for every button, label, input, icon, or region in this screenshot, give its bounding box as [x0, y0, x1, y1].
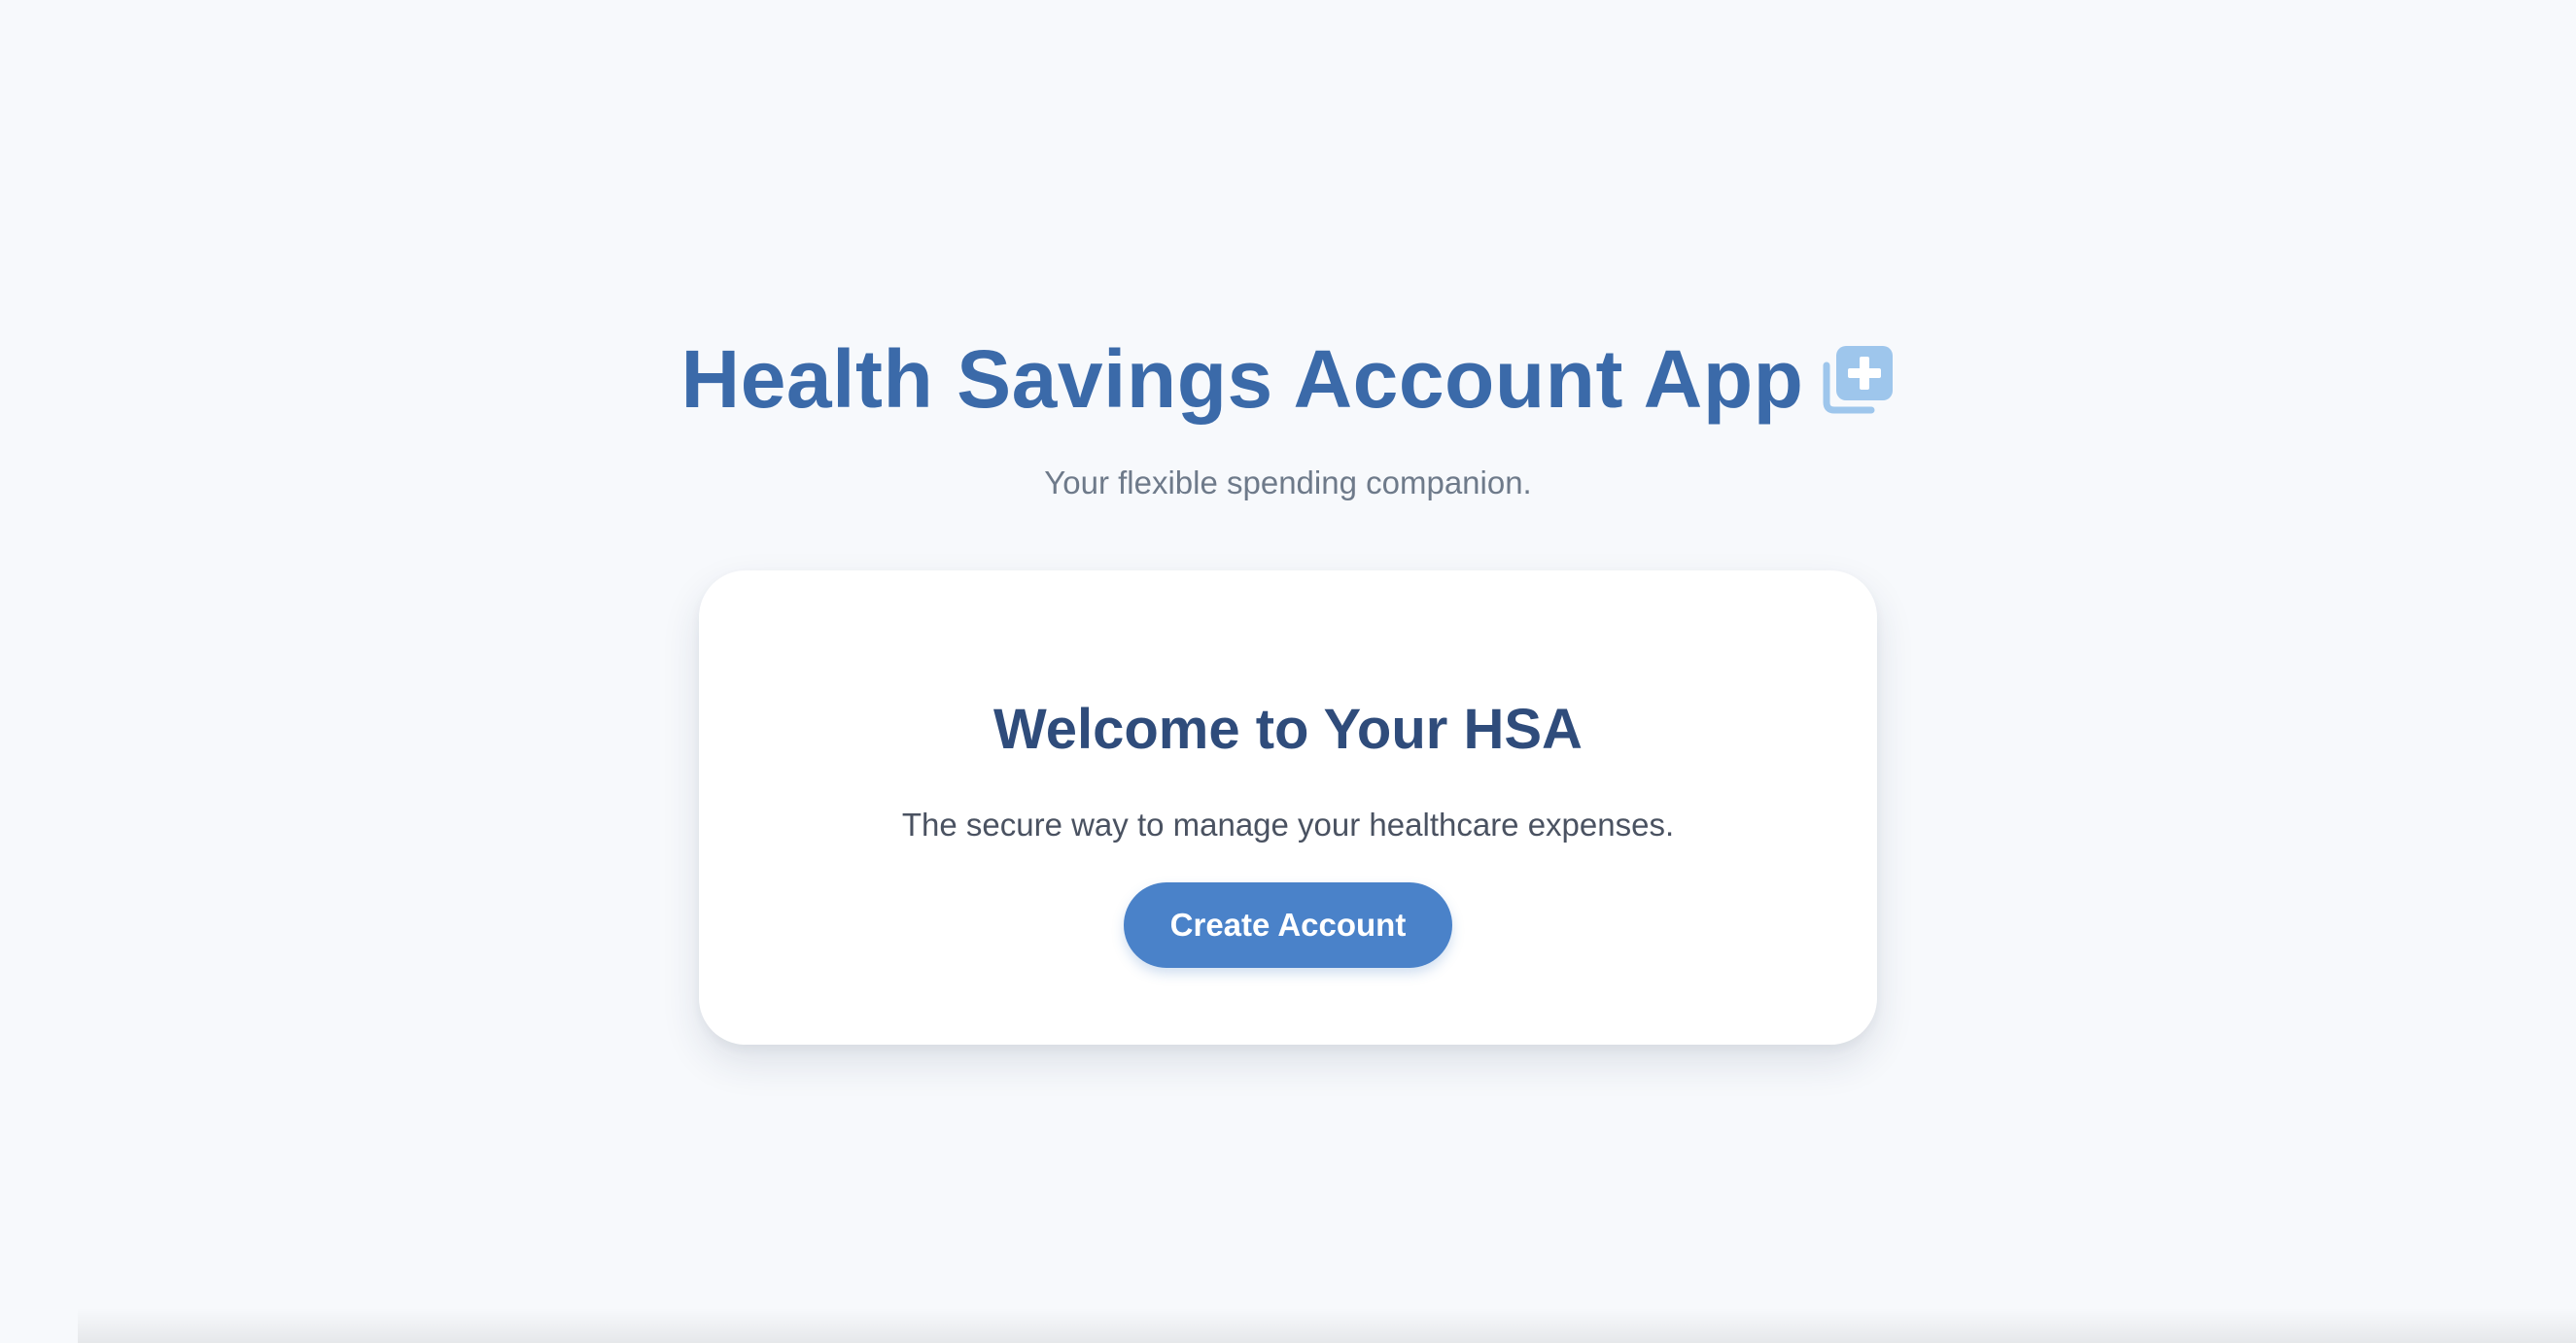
welcome-title: Welcome to Your HSA: [993, 698, 1583, 761]
page: Health Savings Account App Your flexible…: [0, 0, 2576, 1343]
welcome-card: Welcome to Your HSA The secure way to ma…: [699, 570, 1877, 1045]
title-row: Health Savings Account App: [0, 321, 2576, 437]
bottom-edge-shadow: [78, 1308, 2576, 1343]
create-account-button[interactable]: Create Account: [1124, 882, 1452, 968]
header: Health Savings Account App Your flexible…: [0, 321, 2576, 501]
welcome-description: The secure way to manage your healthcare…: [901, 807, 1675, 843]
app-title: Health Savings Account App: [680, 332, 1804, 425]
app-subtitle: Your flexible spending companion.: [1044, 465, 1532, 500]
medical-plus-icon: [1821, 342, 1895, 416]
